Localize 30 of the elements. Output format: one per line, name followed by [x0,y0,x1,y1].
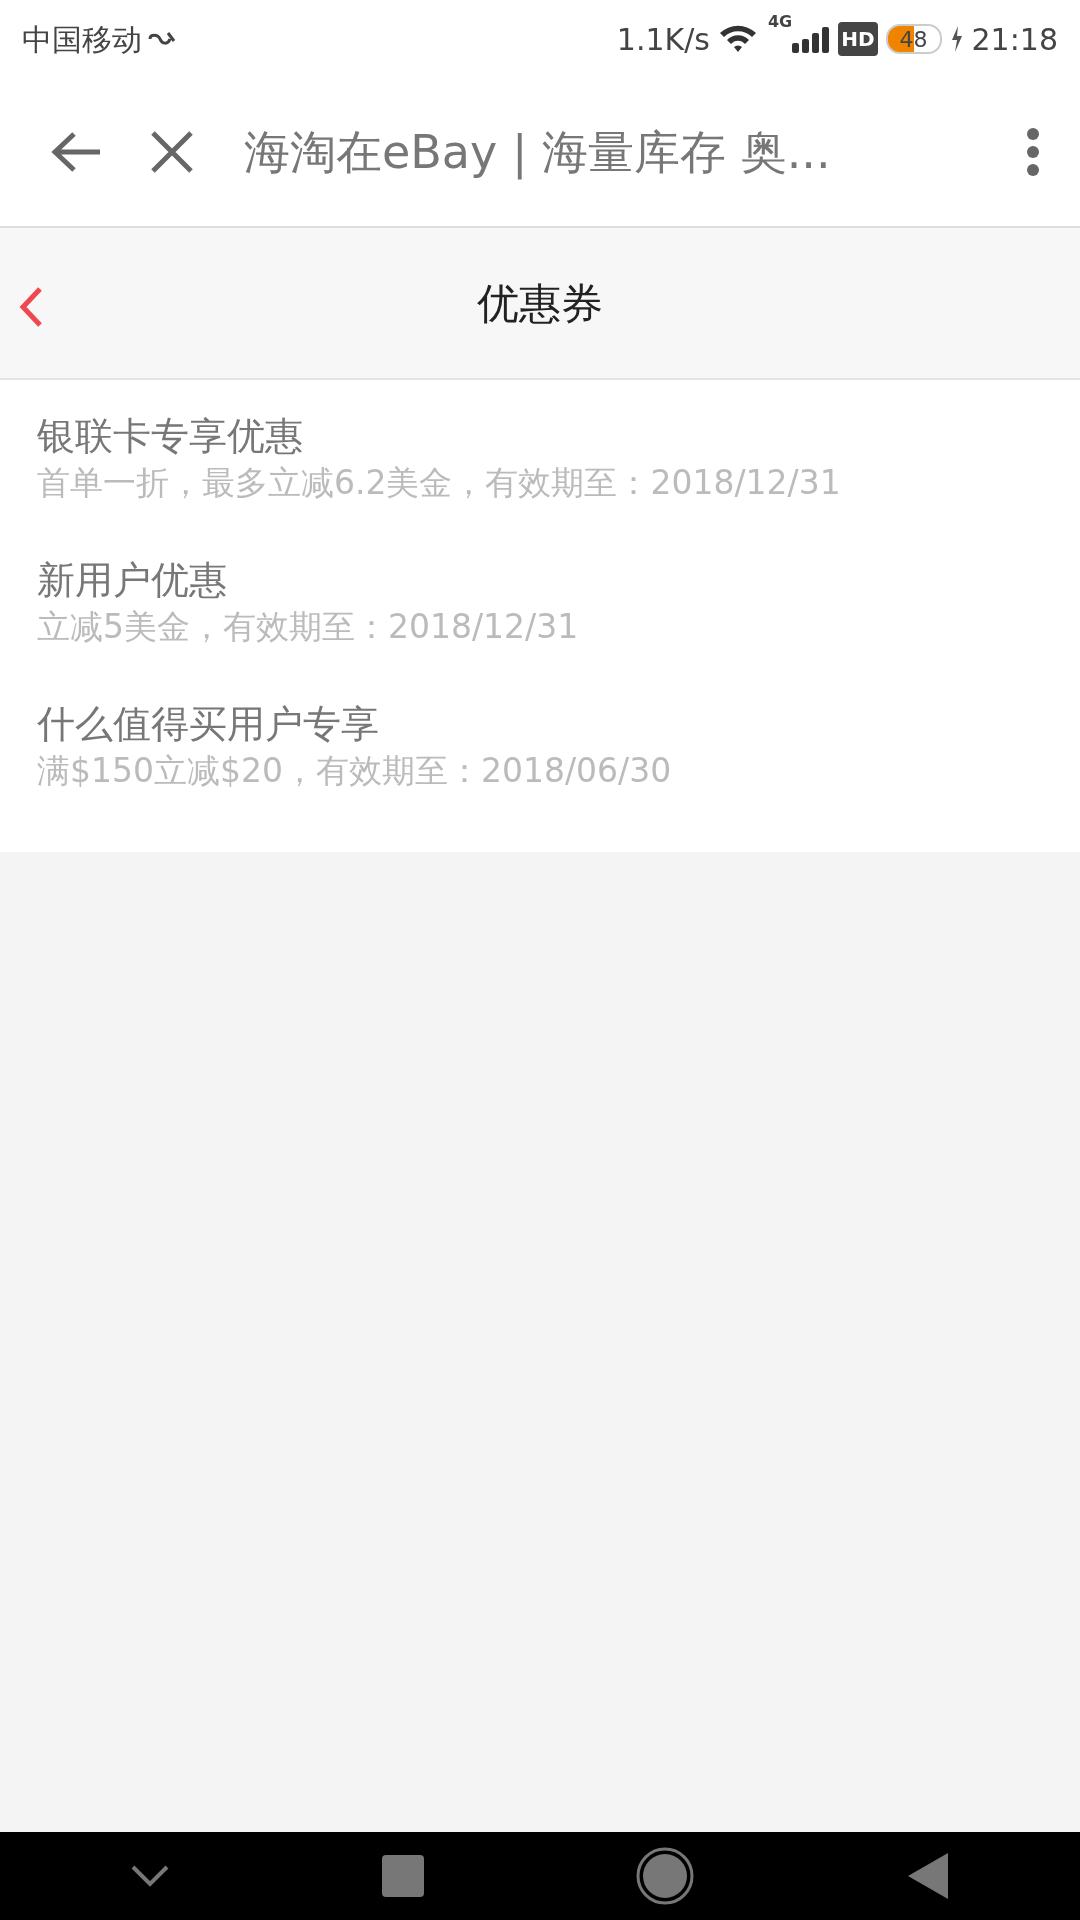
home-button[interactable] [636,1847,694,1905]
page-title: 海淘在eBay | 海量库存 奥... [244,123,832,182]
coupon-title[interactable]: 什么值得买用户专享 [37,699,1043,750]
triangle-icon [906,1851,950,1901]
chevron-down-icon [130,1864,170,1889]
collapse-button[interactable] [130,1863,170,1889]
close-button[interactable] [150,130,194,174]
carrier-name: 中国移动 [22,20,142,59]
header-title: 优惠券 [477,277,603,330]
coupon-title[interactable]: 银联卡专享优惠 [37,412,1043,462]
coupon-detail: 立减5美金，有效期至：2018/12/31 [37,606,580,649]
hd-indicator: HD [838,22,878,56]
square-icon [382,1855,424,1897]
coupon-detail: 满$150立减$20，有效期至：2018/06/30 [37,750,673,793]
coupon-detail: 首单一折，最多立减6.2美金，有效期至：2018/12/31 [37,462,842,505]
back-icon [50,130,102,174]
back-button[interactable] [50,130,102,174]
back-button[interactable] [18,286,44,328]
more-icon [1026,127,1040,177]
back-nav-button[interactable] [906,1851,950,1901]
close-icon [150,130,194,174]
circle-icon [636,1847,694,1905]
more-menu-button[interactable] [1026,127,1040,177]
coupon-title[interactable]: 新用户优惠 [37,555,1043,606]
chevron-left-icon [18,286,44,328]
network-speed: 1.1K/s [616,20,710,59]
charging-icon [949,26,964,52]
clock-time: 21:18 [971,20,1058,59]
signal-icon [792,25,831,53]
network-label: 4G [767,11,793,33]
